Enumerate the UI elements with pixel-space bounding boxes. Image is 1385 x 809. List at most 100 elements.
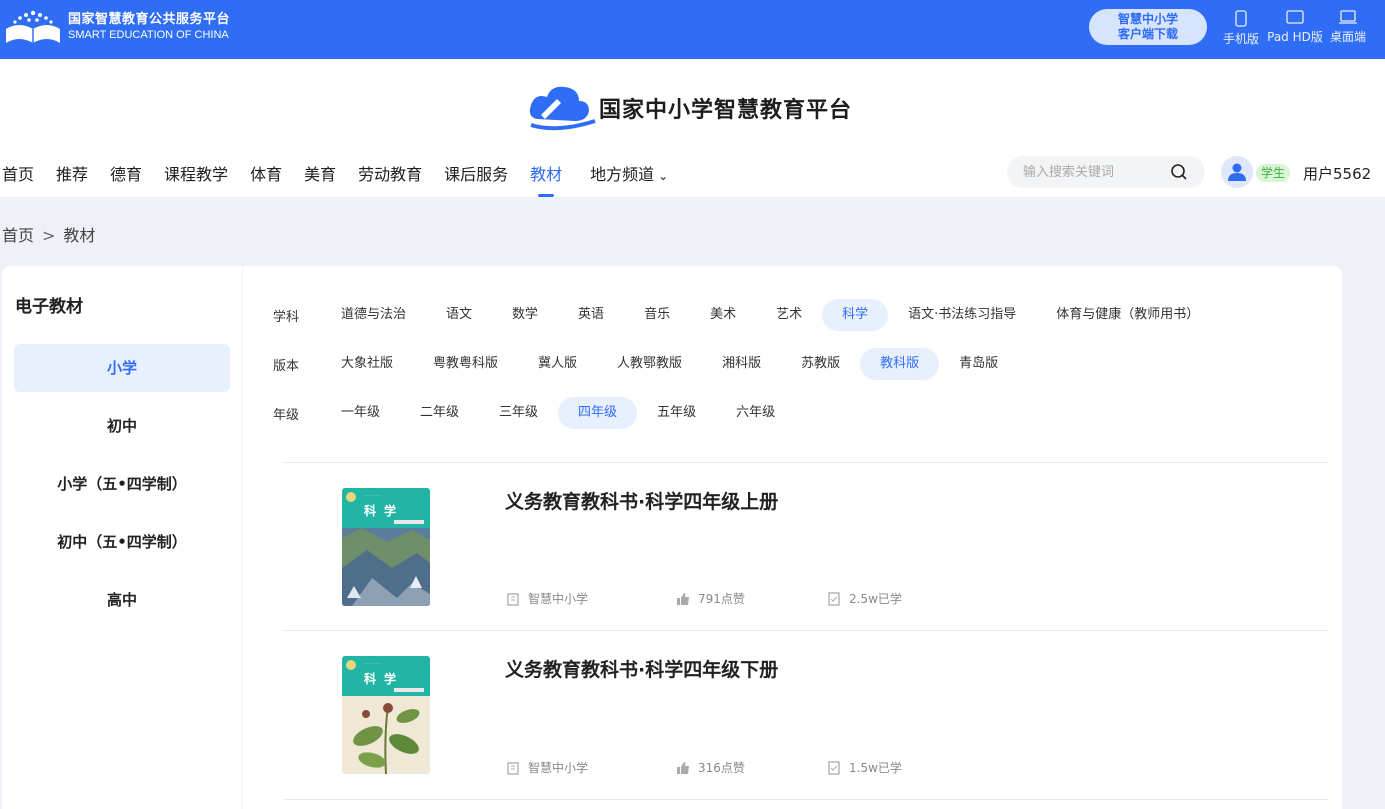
laptop-icon bbox=[1339, 10, 1357, 24]
book-learners-label: 2.5w已学 bbox=[849, 592, 902, 606]
mountain-landscape-image bbox=[342, 528, 430, 606]
nav-arts[interactable]: 美育 bbox=[304, 161, 336, 197]
device-desktop[interactable]: 桌面端 bbox=[1328, 10, 1368, 45]
breadcrumb-current: 教材 bbox=[63, 226, 96, 245]
building-icon bbox=[507, 761, 519, 775]
edition-option[interactable]: 人教鄂教版 bbox=[597, 348, 702, 380]
user-avatar-icon bbox=[1228, 163, 1246, 181]
device-pad[interactable]: Pad HD版 bbox=[1265, 10, 1325, 45]
cover-emblem-icon bbox=[346, 492, 356, 502]
site-logo-text: 国家中小学智慧教育平台 bbox=[599, 97, 853, 123]
cloud-book-logo-icon bbox=[529, 86, 596, 131]
edition-option[interactable]: 苏教版 bbox=[781, 348, 860, 380]
subject-option[interactable]: 艺术 bbox=[756, 299, 822, 331]
subject-option[interactable]: 美术 bbox=[690, 299, 756, 331]
cover-header: · · · · · · 科学 bbox=[342, 488, 430, 528]
cover-header: · · · · · · 科学 bbox=[342, 656, 430, 696]
grade-option[interactable]: 六年级 bbox=[716, 397, 795, 429]
book-likes: 316点赞 bbox=[676, 759, 745, 776]
breadcrumb: 首页 > 教材 bbox=[2, 222, 95, 246]
sidebar-item-senior[interactable]: 高中 bbox=[14, 576, 230, 624]
device-pad-label: Pad HD版 bbox=[1267, 30, 1323, 44]
subject-option-active[interactable]: 科学 bbox=[822, 299, 889, 331]
avatar[interactable] bbox=[1221, 156, 1253, 188]
grade-option-active[interactable]: 四年级 bbox=[558, 397, 638, 429]
nav-sports[interactable]: 体育 bbox=[250, 161, 282, 197]
sidebar-item-primary-54[interactable]: 小学（五•四学制） bbox=[14, 460, 230, 508]
book-title[interactable]: 义务教育教科书·科学四年级上册 bbox=[505, 487, 778, 514]
subject-option[interactable]: 英语 bbox=[558, 299, 624, 331]
book-publisher: 智慧中小学 bbox=[506, 759, 588, 776]
book-likes: 791点赞 bbox=[676, 590, 745, 607]
phone-icon bbox=[1235, 10, 1247, 27]
brand-chinese-name: 国家智慧教育公共服务平台 bbox=[68, 12, 231, 27]
edition-option[interactable]: 湘科版 bbox=[702, 348, 781, 380]
download-line-1: 智慧中小学 bbox=[1117, 12, 1178, 26]
building-icon bbox=[507, 592, 519, 606]
sidebar-item-junior[interactable]: 初中 bbox=[14, 402, 230, 450]
grade-filter-row: 年级 一年级 二年级 三年级 四年级 五年级 六年级 bbox=[263, 397, 795, 429]
cover-tag bbox=[394, 520, 424, 524]
edition-filter-row: 版本 大象社版 粤教粤科版 冀人版 人教鄂教版 湘科版 苏教版 教科版 青岛版 bbox=[263, 348, 1018, 380]
nav-courses[interactable]: 课程教学 bbox=[164, 161, 228, 197]
sidebar-item-primary[interactable]: 小学 bbox=[14, 344, 230, 392]
search-box bbox=[1007, 156, 1205, 188]
site-header: 国家中小学智慧教育平台 首页 推荐 德育 课程教学 体育 美育 劳动教育 课后服… bbox=[0, 59, 1385, 197]
book-title[interactable]: 义务教育教科书·科学四年级下册 bbox=[505, 655, 778, 682]
book-publisher-label: 智慧中小学 bbox=[528, 761, 589, 775]
nav-after-school[interactable]: 课后服务 bbox=[444, 161, 508, 197]
book-likes-label: 791点赞 bbox=[698, 592, 745, 606]
book-cover[interactable]: · · · · · · 科学 bbox=[342, 656, 430, 774]
cover-emblem-icon bbox=[346, 660, 356, 670]
subject-option[interactable]: 道德与法治 bbox=[321, 299, 426, 331]
device-mobile[interactable]: 手机版 bbox=[1222, 10, 1260, 47]
study-record-icon bbox=[828, 760, 840, 775]
device-mobile-label: 手机版 bbox=[1222, 32, 1259, 46]
botanical-plant-image bbox=[342, 696, 430, 774]
open-book-logo-icon bbox=[6, 10, 60, 43]
platform-brand[interactable]: 国家智慧教育公共服务平台 SMART EDUCATION OF CHINA bbox=[4, 7, 230, 47]
subject-option[interactable]: 语文 bbox=[426, 299, 492, 331]
book-cover[interactable]: · · · · · · 科学 bbox=[342, 488, 430, 606]
subject-filter-row: 学科 道德与法治 语文 数学 英语 音乐 美术 艺术 科学 语文·书法练习指导 … bbox=[263, 299, 1219, 331]
sidebar-item-junior-54[interactable]: 初中（五•四学制） bbox=[14, 518, 230, 566]
subject-filter-label: 学科 bbox=[273, 309, 300, 325]
search-input[interactable] bbox=[1023, 162, 1163, 182]
cover-series-text: · · · · · · bbox=[364, 493, 382, 499]
subject-option[interactable]: 语文·书法练习指导 bbox=[888, 299, 1036, 331]
grade-option[interactable]: 二年级 bbox=[400, 397, 479, 429]
book-learners-label: 1.5w已学 bbox=[849, 761, 902, 775]
nav-moral[interactable]: 德育 bbox=[110, 161, 142, 197]
nav-recommend[interactable]: 推荐 bbox=[56, 161, 88, 197]
breadcrumb-separator: > bbox=[42, 226, 56, 245]
edition-option[interactable]: 粤教粤科版 bbox=[413, 348, 518, 380]
client-download-button[interactable]: 智慧中小学 客户端下载 bbox=[1089, 9, 1207, 45]
grade-option[interactable]: 五年级 bbox=[637, 397, 716, 429]
username[interactable]: 用户5562 bbox=[1303, 163, 1371, 184]
list-divider bbox=[283, 799, 1329, 800]
edition-option-active[interactable]: 教科版 bbox=[860, 348, 940, 380]
device-desktop-label: 桌面端 bbox=[1329, 30, 1366, 44]
search-icon[interactable] bbox=[1169, 162, 1189, 182]
breadcrumb-home[interactable]: 首页 bbox=[2, 226, 34, 245]
study-record-icon bbox=[828, 591, 840, 606]
book-likes-label: 316点赞 bbox=[698, 761, 745, 775]
cover-title: 科学 bbox=[364, 672, 405, 686]
nav-labor[interactable]: 劳动教育 bbox=[358, 161, 422, 197]
nav-local-channel[interactable]: 地方频道 ⌄ bbox=[590, 161, 668, 197]
grade-option[interactable]: 一年级 bbox=[321, 397, 400, 429]
subject-option[interactable]: 音乐 bbox=[624, 299, 690, 331]
edition-option[interactable]: 冀人版 bbox=[518, 348, 597, 380]
nav-local-channel-label: 地方频道 bbox=[590, 165, 655, 184]
subject-option[interactable]: 体育与健康（教师用书） bbox=[1036, 299, 1219, 331]
role-badge: 学生 bbox=[1256, 164, 1291, 182]
subject-option[interactable]: 数学 bbox=[492, 299, 558, 331]
grade-option[interactable]: 三年级 bbox=[479, 397, 558, 429]
thumbs-up-icon bbox=[677, 592, 689, 605]
nav-textbooks[interactable]: 教材 bbox=[530, 161, 562, 197]
edition-option[interactable]: 大象社版 bbox=[321, 348, 413, 380]
tablet-icon bbox=[1286, 10, 1304, 24]
edition-option[interactable]: 青岛版 bbox=[939, 348, 1018, 380]
site-logo[interactable]: 国家中小学智慧教育平台 bbox=[527, 83, 852, 133]
nav-home[interactable]: 首页 bbox=[2, 161, 34, 197]
